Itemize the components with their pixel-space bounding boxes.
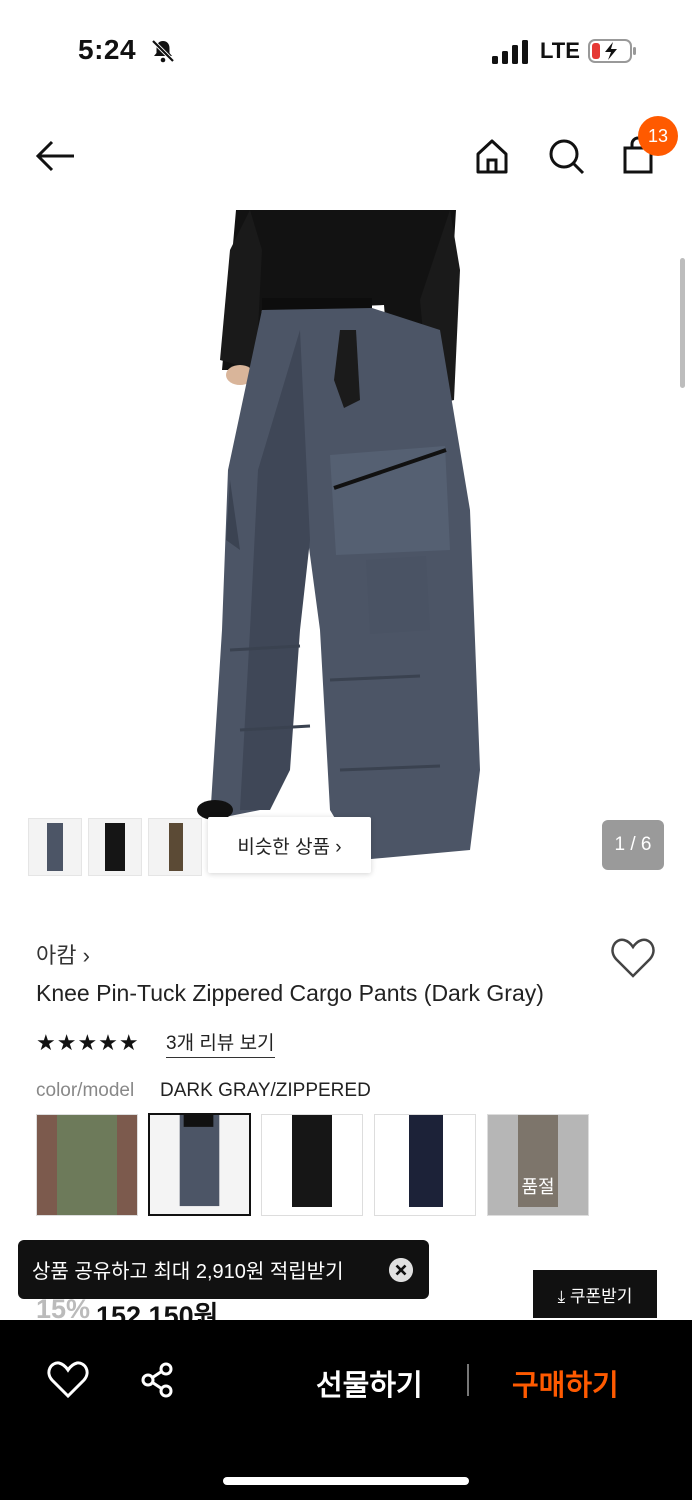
home-indicator [223,1477,469,1485]
share-icon[interactable] [138,1360,178,1400]
search-icon[interactable] [542,132,590,180]
toast-text: 상품 공유하고 최대 2,910원 적립받기 [32,1261,344,1283]
bottom-action-bar [0,1320,692,1500]
battery-icon [588,39,636,63]
scroll-indicator [680,258,685,388]
cart-count-badge: 13 [638,116,678,156]
gallery-thumbnail[interactable] [88,818,142,876]
soldout-overlay: 품절 [488,1115,588,1215]
color-swatch-navy[interactable] [374,1114,476,1216]
gallery-thumbnail[interactable] [148,818,202,876]
swatch-image [262,1115,362,1215]
product-photo [197,210,480,860]
thumbnail-image [47,823,63,871]
heart-icon[interactable] [610,936,656,980]
swatch-image [375,1115,475,1215]
signal-icon [492,40,528,64]
color-swatch-green[interactable] [36,1114,138,1216]
share-reward-toast[interactable]: 상품 공유하고 최대 2,910원 적립받기 [18,1240,429,1299]
network-type: LTE [540,38,580,63]
silent-bell-icon [151,39,175,63]
action-divider [467,1364,469,1396]
option-label: color/model [36,1080,135,1101]
swatch-image [179,1115,220,1207]
option-value: DARK GRAY/ZIPPERED [160,1080,371,1101]
color-swatch-khaki-soldout[interactable]: 품절 [487,1114,589,1216]
swatch-image [37,1115,137,1215]
thumbnail-image [169,823,183,871]
color-swatch-black[interactable] [261,1114,363,1216]
back-arrow-icon[interactable] [32,132,80,180]
image-counter: 1 / 6 [602,820,664,870]
gallery-thumbnail[interactable] [28,818,82,876]
wishlist-heart-icon[interactable] [46,1360,90,1400]
product-title: Knee Pin-Tuck Zippered Cargo Pants (Dark… [36,980,544,1006]
brand-link[interactable]: 아캄 › [36,938,90,970]
rating-stars: ★★★★★ [36,1030,140,1055]
gift-button[interactable]: 선물하기 [316,1362,423,1404]
similar-products-button[interactable]: 비슷한 상품 › [208,817,371,873]
buy-button[interactable]: 구매하기 [512,1362,619,1404]
status-time: 5:24 [78,34,137,65]
get-coupon-button[interactable]: ⤓ 쿠폰받기 [533,1270,657,1318]
close-icon[interactable] [389,1258,413,1282]
home-icon[interactable] [468,132,516,180]
product-main-image[interactable] [0,210,692,900]
color-swatch-dark-gray[interactable] [148,1113,251,1216]
thumbnail-image [105,823,125,871]
reviews-link[interactable]: 3개 리뷰 보기 [166,1028,275,1058]
